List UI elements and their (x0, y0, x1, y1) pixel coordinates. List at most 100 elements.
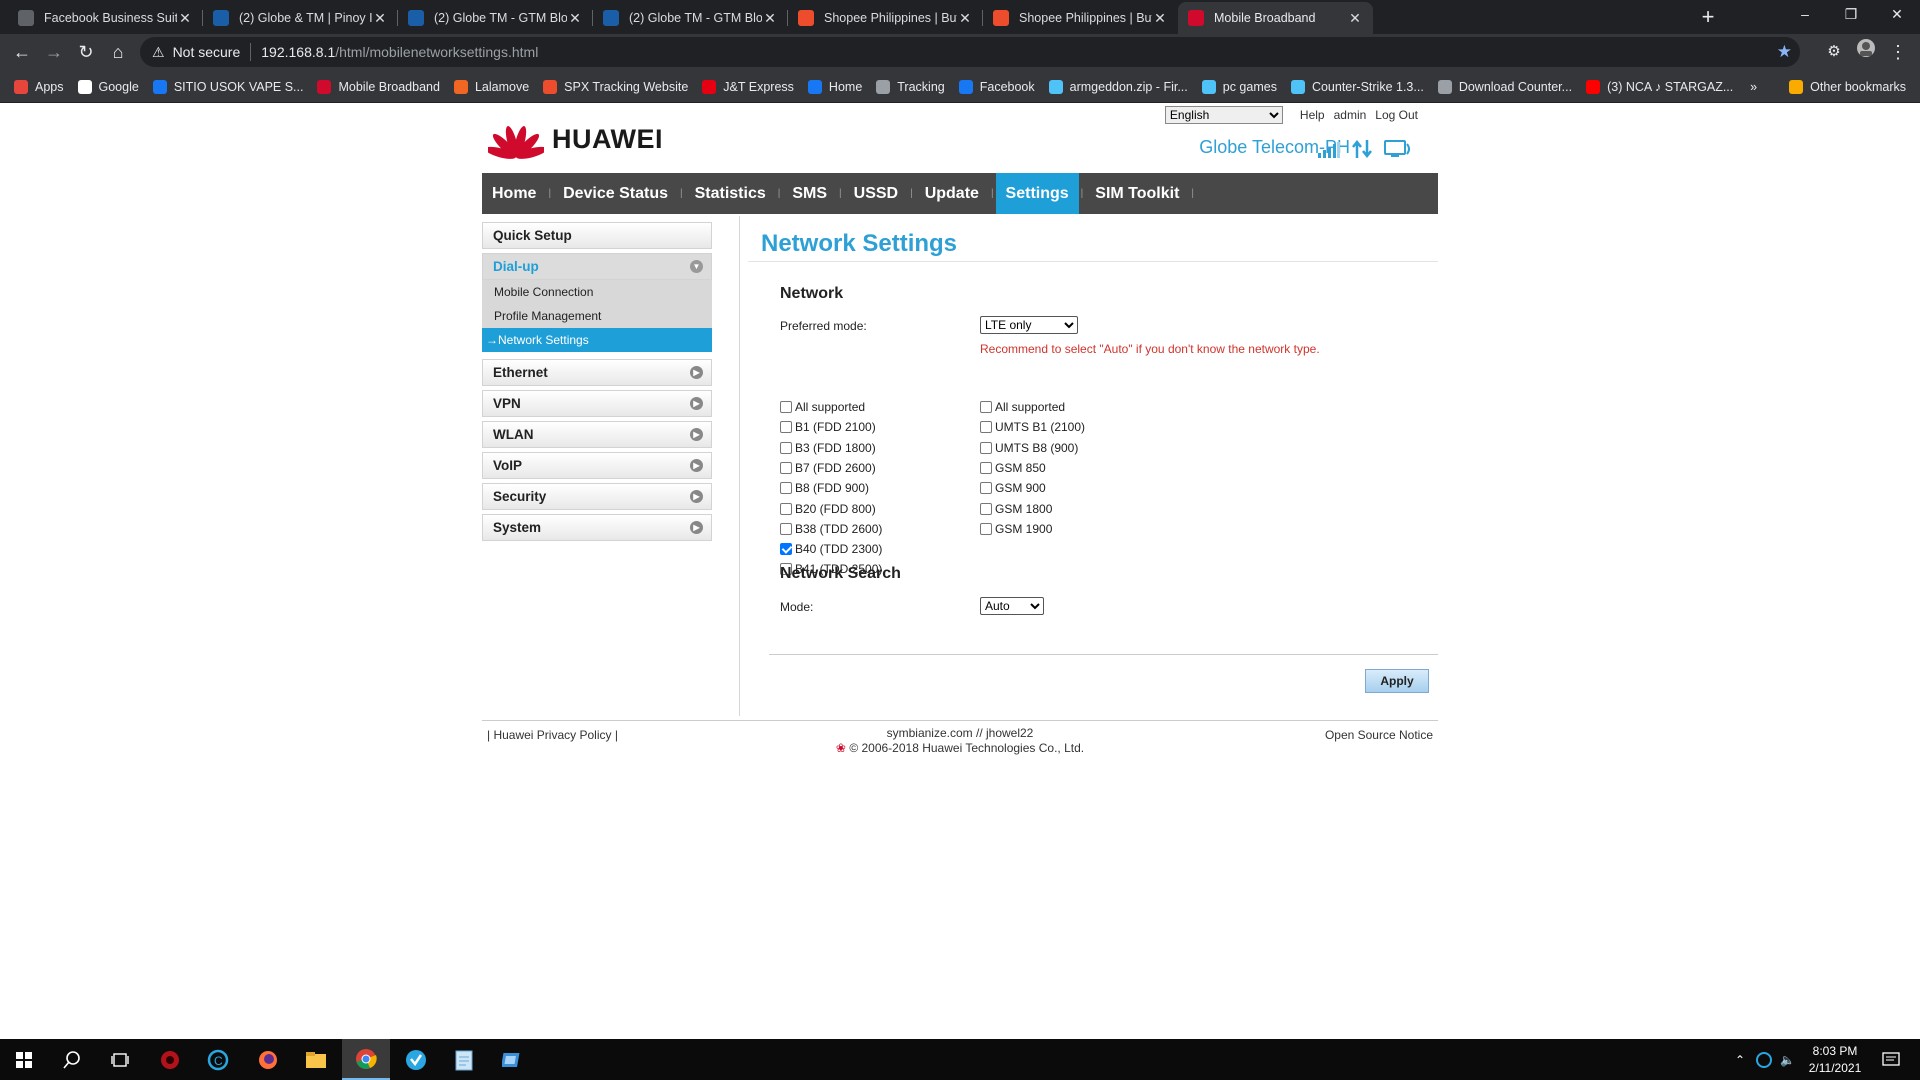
browser-tab[interactable]: Shopee Philippines | Buy and Sell✕ (788, 2, 983, 34)
nav-tab[interactable]: Home (482, 173, 546, 214)
notifications-icon[interactable] (1882, 1039, 1900, 1080)
sidebar-item[interactable]: VoIP ▶ (482, 452, 712, 479)
sidebar-item[interactable]: VPN ▶ (482, 390, 712, 417)
bookmark-item[interactable]: Home (807, 79, 862, 94)
band-checkbox[interactable]: GSM 850 (980, 461, 1046, 475)
checkbox-box[interactable] (980, 441, 992, 454)
tab-close-icon[interactable]: ✕ (762, 10, 778, 27)
bookmark-item[interactable]: Counter-Strike 1.3... (1290, 79, 1424, 94)
sidebar-subitem-profile-management[interactable]: Profile Management (482, 304, 712, 328)
checkbox-box[interactable] (780, 441, 792, 454)
home-icon[interactable]: ⌂ (104, 38, 132, 66)
search-icon[interactable] (48, 1039, 96, 1080)
band-checkbox[interactable]: UMTS B8 (900) (980, 441, 1078, 455)
ccleaner-icon[interactable]: C (194, 1039, 242, 1080)
bookmark-item[interactable]: Download Counter... (1437, 79, 1572, 94)
back-icon[interactable]: ← (8, 38, 36, 66)
band-checkbox[interactable]: All supported (780, 400, 865, 414)
language-select[interactable]: English (1164, 106, 1283, 124)
tab-close-icon[interactable]: ✕ (372, 10, 388, 27)
band-checkbox[interactable]: B3 (FDD 1800) (780, 441, 876, 455)
browser-tab[interactable]: Mobile Broadband ✕ (1178, 2, 1373, 34)
bookmark-item[interactable]: armgeddon.zip - Fir... (1048, 79, 1188, 94)
band-checkbox[interactable]: B38 (TDD 2600) (780, 522, 882, 536)
nav-tab[interactable]: Update (915, 173, 989, 214)
close-window-button[interactable]: ✕ (1874, 0, 1920, 30)
extensions-icon[interactable]: ⚙ (1820, 38, 1848, 66)
checkbox-box[interactable] (780, 543, 792, 556)
browser-tab[interactable]: Facebook Business Suite ✕ (8, 2, 203, 34)
other-bookmarks-folder[interactable]: Other bookmarks (1789, 79, 1906, 94)
new-tab-button[interactable]: + (1694, 4, 1722, 32)
sidebar-item[interactable]: Security ▶ (482, 483, 712, 510)
band-checkbox[interactable]: GSM 1800 (980, 502, 1052, 516)
logout-link[interactable]: Log Out (1375, 108, 1418, 122)
sidebar-item[interactable]: Ethernet ▶ (482, 359, 712, 386)
browser-tab[interactable]: (2) Globe TM - GTM Blocking, Fa✕ (398, 2, 593, 34)
minimize-button[interactable]: – (1782, 0, 1828, 30)
bookmark-item[interactable]: Google (77, 79, 139, 94)
band-checkbox[interactable]: UMTS B1 (2100) (980, 420, 1085, 434)
chrome-icon[interactable] (342, 1039, 390, 1080)
huawei-logo[interactable]: HUAWEI (488, 117, 663, 161)
band-checkbox[interactable]: GSM 1900 (980, 522, 1052, 536)
browser-tab[interactable]: (2) Globe TM - GTM Blocking, Fa✕ (593, 2, 788, 34)
sidebar-item-quick-setup[interactable]: Quick Setup (482, 222, 712, 249)
more-bookmarks-button[interactable]: » (1750, 80, 1757, 94)
nav-tab[interactable]: SMS (782, 173, 837, 214)
browser-tab[interactable]: (2) Globe & TM | Pinoy Internet a✕ (203, 2, 398, 34)
bookmark-item[interactable]: Tracking (876, 79, 945, 94)
forward-icon[interactable]: → (40, 38, 68, 66)
windows-start-icon[interactable] (0, 1039, 48, 1080)
checkbox-box[interactable] (780, 421, 792, 434)
bookmark-item[interactable]: Apps (14, 79, 64, 94)
profile-avatar[interactable] (1852, 38, 1880, 66)
bookmark-item[interactable]: pc games (1201, 79, 1277, 94)
tray-app-icon[interactable] (1756, 1039, 1772, 1080)
search-mode-select[interactable]: Auto (980, 597, 1044, 615)
bookmark-item[interactable]: Mobile Broadband (317, 79, 440, 94)
nav-tab[interactable]: Device Status (553, 173, 678, 214)
tab-close-icon[interactable]: ✕ (957, 10, 973, 27)
bookmark-item[interactable]: SITIO USOK VAPE S... (152, 79, 303, 94)
sidebar-item[interactable]: WLAN ▶ (482, 421, 712, 448)
nav-tab[interactable]: SIM Toolkit (1085, 173, 1189, 214)
checkbox-box[interactable] (780, 482, 792, 495)
nav-tab[interactable]: USSD (844, 173, 908, 214)
open-source-link[interactable]: Open Source Notice (1325, 728, 1433, 742)
tab-close-icon[interactable]: ✕ (1347, 10, 1363, 27)
bookmark-item[interactable]: (3) NCA ♪ STARGAZ... (1586, 79, 1733, 94)
band-checkbox[interactable]: All supported (980, 400, 1065, 414)
bookmark-item[interactable]: Lalamove (453, 79, 529, 94)
address-bar[interactable]: ⚠ Not secure 192.168.8.1/html/mobilenetw… (140, 37, 1800, 67)
checkbox-box[interactable] (980, 421, 992, 434)
checkbox-box[interactable] (780, 502, 792, 515)
vpn-app-icon[interactable] (392, 1039, 440, 1080)
chrome-menu-icon[interactable]: ⋮ (1884, 38, 1912, 66)
tab-close-icon[interactable]: ✕ (1152, 10, 1168, 27)
band-checkbox[interactable]: B8 (FDD 900) (780, 481, 869, 495)
security-label[interactable]: Not secure (173, 44, 241, 60)
sidebar-item[interactable]: System ▶ (482, 514, 712, 541)
band-checkbox[interactable]: B20 (FDD 800) (780, 502, 876, 516)
restore-button[interactable]: ❐ (1828, 0, 1874, 30)
tray-chevron-up-icon[interactable]: ⌃ (1735, 1039, 1745, 1080)
preferred-mode-select[interactable]: LTE only (980, 316, 1078, 334)
reload-icon[interactable]: ↻ (72, 38, 100, 66)
file-explorer-icon[interactable] (292, 1039, 340, 1080)
band-checkbox[interactable]: B40 (TDD 2300) (780, 542, 882, 556)
checkbox-box[interactable] (980, 482, 992, 495)
firefox-icon[interactable] (244, 1039, 292, 1080)
band-checkbox[interactable]: B1 (FDD 2100) (780, 420, 876, 434)
bookmark-item[interactable]: Facebook (958, 79, 1035, 94)
nav-tab[interactable]: Statistics (685, 173, 776, 214)
nav-tab[interactable]: Settings (995, 173, 1079, 214)
checkbox-box[interactable] (780, 522, 792, 535)
help-link[interactable]: Help (1300, 108, 1325, 122)
tab-close-icon[interactable]: ✕ (567, 10, 583, 27)
browser-tab[interactable]: Shopee Philippines | Buy and Sell✕ (983, 2, 1178, 34)
checkbox-box[interactable] (780, 401, 792, 413)
bookmark-item[interactable]: J&T Express (702, 79, 794, 94)
sidebar-item-dialup[interactable]: Dial-up ▼ (482, 253, 712, 280)
task-view-icon[interactable] (96, 1039, 144, 1080)
